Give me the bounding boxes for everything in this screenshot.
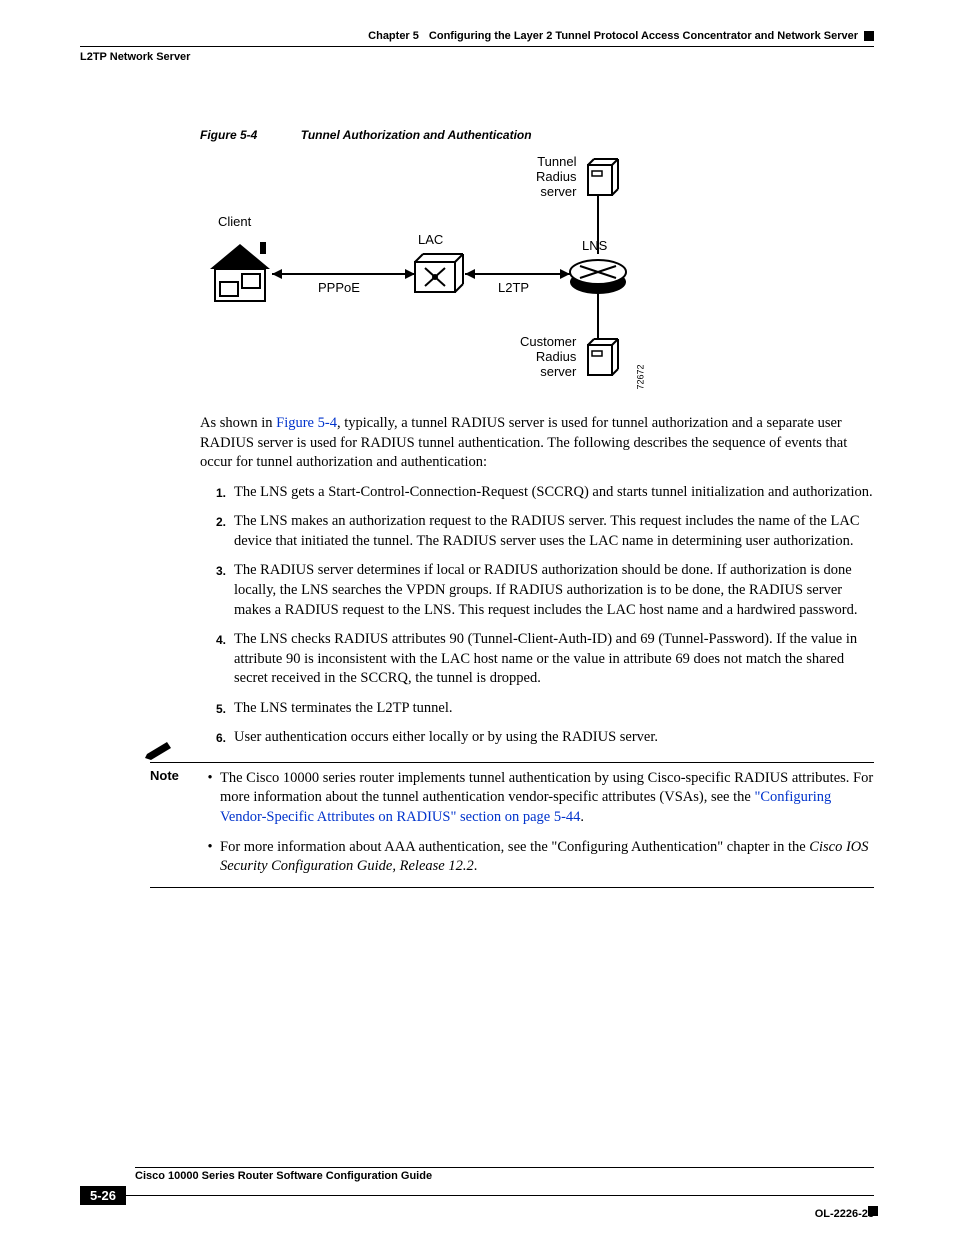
- label-pppoe: PPPoE: [318, 280, 360, 295]
- header-rule: [80, 46, 874, 47]
- label-l2tp: L2TP: [498, 280, 529, 295]
- step-number: 1.: [200, 483, 226, 503]
- section-heading: L2TP Network Server: [80, 51, 874, 63]
- bullet-icon: •: [200, 838, 220, 877]
- label-diagram-id: 72672: [636, 364, 646, 389]
- note-label: Note: [150, 768, 179, 783]
- footer-tail-rule: [126, 1195, 874, 1196]
- footer-guide-title: Cisco 10000 Series Router Software Confi…: [135, 1170, 874, 1182]
- label-customer-radius: Customer Radius server: [520, 334, 576, 379]
- step-text: The LNS makes an authorization request t…: [234, 512, 874, 551]
- page: Chapter 5 Configuring the Layer 2 Tunnel…: [0, 0, 954, 1235]
- steps-list: 1. The LNS gets a Start-Control-Connectio…: [200, 483, 874, 748]
- note-pencil-icon: [145, 740, 173, 766]
- label-tunnel-radius: Tunnel Radius server: [536, 154, 576, 199]
- note-text: The Cisco 10000 series router implements…: [220, 769, 874, 828]
- list-item: 1. The LNS gets a Start-Control-Connectio…: [200, 483, 874, 503]
- note-block: Note • The Cisco 10000 series router imp…: [200, 762, 874, 888]
- footer-rule: [135, 1167, 874, 1168]
- note-text: For more information about AAA authentic…: [220, 838, 874, 877]
- label-client: Client: [218, 214, 251, 229]
- list-item: 5. The LNS terminates the L2TP tunnel.: [200, 699, 874, 719]
- step-text: The LNS checks RADIUS attributes 90 (Tun…: [234, 630, 874, 689]
- running-header: Chapter 5 Configuring the Layer 2 Tunnel…: [80, 30, 874, 42]
- list-item: 6. User authentication occurs either loca…: [200, 728, 874, 748]
- step-number: 5.: [200, 699, 226, 719]
- intro-before: As shown in: [200, 415, 276, 431]
- step-number: 6.: [200, 728, 226, 748]
- list-item: 3.The RADIUS server determines if local …: [200, 561, 874, 620]
- list-item: 4.The LNS checks RADIUS attributes 90 (T…: [200, 630, 874, 689]
- list-item: • The Cisco 10000 series router implemen…: [200, 769, 874, 828]
- list-item: 2.The LNS makes an authorization request…: [200, 512, 874, 551]
- chapter-title: Configuring the Layer 2 Tunnel Protocol …: [429, 30, 858, 42]
- intro-paragraph: As shown in Figure 5-4, typically, a tun…: [200, 414, 874, 473]
- footer-ornament-icon: [868, 1206, 878, 1216]
- note-bottom-rule: [150, 887, 874, 888]
- header-ornament-icon: [864, 31, 874, 41]
- page-number-badge: 5-26: [80, 1186, 126, 1205]
- step-text: The LNS gets a Start-Control-Connection-…: [234, 483, 873, 503]
- chapter-prefix: Chapter 5: [368, 30, 419, 42]
- step-number: 3.: [200, 561, 226, 620]
- note-top-rule: [150, 762, 874, 763]
- footer-row: 5-26 OL-2226-23: [80, 1186, 874, 1205]
- bullet-icon: •: [200, 769, 220, 828]
- step-number: 4.: [200, 630, 226, 689]
- step-text: User authentication occurs either locall…: [234, 728, 658, 748]
- figure-title: Tunnel Authorization and Authentication: [301, 128, 532, 142]
- figure-number: Figure 5-4: [200, 128, 257, 142]
- page-footer: Cisco 10000 Series Router Software Confi…: [80, 1167, 874, 1205]
- note-bullets: • The Cisco 10000 series router implemen…: [200, 769, 874, 877]
- list-item: • For more information about AAA authent…: [200, 838, 874, 877]
- step-text: The RADIUS server determines if local or…: [234, 561, 874, 620]
- figure-reference-link[interactable]: Figure 5-4: [276, 415, 337, 431]
- document-id: OL-2226-23: [815, 1208, 874, 1220]
- step-text: The LNS terminates the L2TP tunnel.: [234, 699, 453, 719]
- step-number: 2.: [200, 512, 226, 551]
- figure-caption: Figure 5-4 Tunnel Authorization and Auth…: [200, 128, 874, 142]
- main-content: Figure 5-4 Tunnel Authorization and Auth…: [200, 128, 874, 888]
- figure-diagram: Client LAC LNS PPPoE L2TP Tunnel Radius …: [200, 154, 670, 394]
- diagram-svg: [200, 154, 670, 394]
- label-lns: LNS: [582, 238, 607, 253]
- label-lac: LAC: [418, 232, 443, 247]
